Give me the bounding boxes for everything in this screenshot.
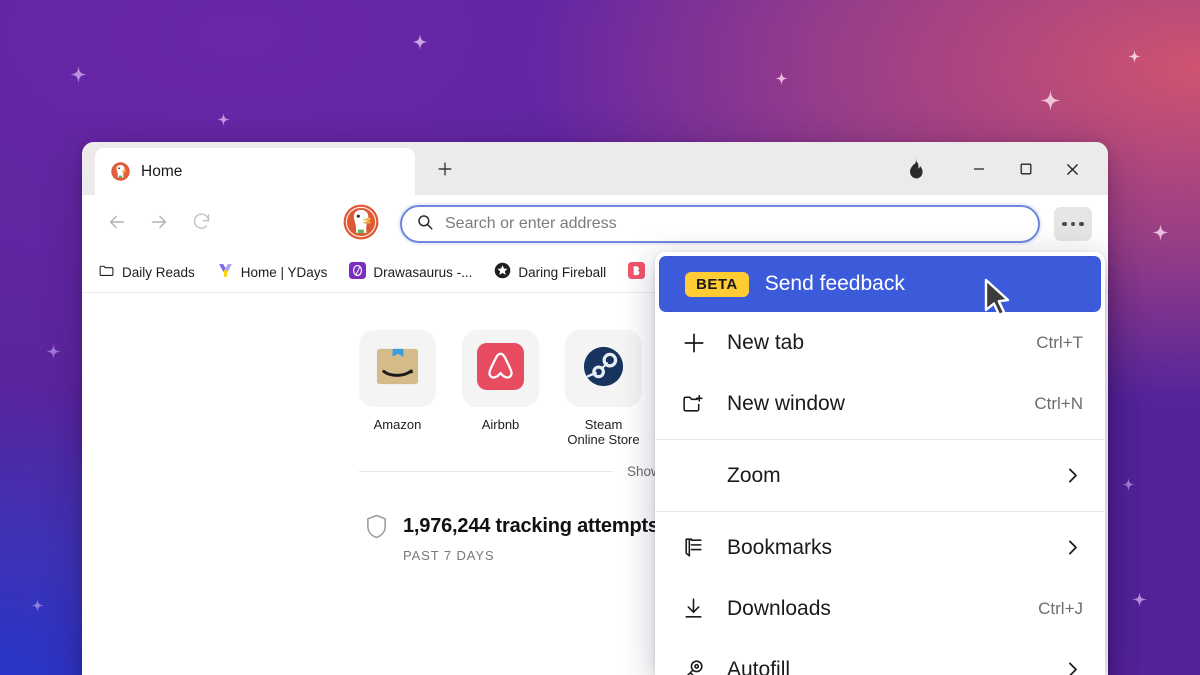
shield-icon: [365, 514, 388, 544]
sparkle-decoration: [31, 599, 44, 612]
tile-icon-wrapper: [462, 330, 539, 407]
tile-label: Airbnb: [481, 417, 520, 432]
sparkle-decoration: [70, 66, 87, 83]
more-options-icon: [1062, 221, 1067, 227]
chevron-right-icon: [1062, 537, 1083, 558]
bookmark-daring-fireball[interactable]: Daring Fireball: [494, 262, 606, 284]
more-options-icon: [1070, 221, 1076, 227]
app-menu-dropdown: BETA Send feedback New tab Ctrl+T New wi…: [655, 252, 1105, 675]
menu-item-new-window[interactable]: New window Ctrl+N: [655, 373, 1105, 434]
search-icon: [416, 213, 434, 236]
address-input-placeholder[interactable]: Search or enter address: [445, 215, 617, 233]
menu-item-label: Send feedback: [764, 272, 905, 295]
minimize-button[interactable]: [955, 148, 1002, 195]
tile-airbnb[interactable]: Airbnb: [462, 330, 539, 432]
fire-icon: [906, 158, 925, 185]
menu-item-bookmarks[interactable]: Bookmarks: [655, 517, 1105, 578]
chevron-right-icon: [1062, 465, 1083, 486]
fire-button[interactable]: [892, 148, 939, 195]
new-window-icon: [681, 391, 727, 416]
duckduckgo-logo-button[interactable]: [338, 201, 384, 247]
sparkle-decoration: [775, 72, 788, 85]
sparkle-decoration: [1132, 592, 1147, 607]
menu-separator: [655, 511, 1105, 512]
amazon-favicon-icon: [374, 343, 421, 395]
tile-steam[interactable]: Steam Online Store: [565, 330, 642, 448]
forward-button[interactable]: [138, 203, 180, 245]
plus-icon: [681, 330, 727, 356]
maximize-button[interactable]: [1002, 148, 1049, 195]
ydays-favicon-icon: [217, 262, 234, 284]
folder-icon: [98, 262, 115, 284]
menu-item-shortcut: Ctrl+N: [1034, 393, 1083, 413]
duckduckgo-favicon-icon: [111, 162, 130, 181]
bookmark-icon: [681, 535, 727, 560]
duckduckgo-logo-icon: [343, 204, 379, 245]
daring-fireball-favicon-icon: [494, 262, 511, 284]
bookmark-label: Drawasaurus -...: [373, 265, 473, 280]
tab-strip: Home: [82, 142, 1108, 195]
reload-icon: [191, 211, 212, 237]
menu-item-label: New window: [727, 391, 845, 415]
bookmark-label: Daring Fireball: [518, 265, 607, 280]
menu-separator: [655, 439, 1105, 440]
menu-item-label: New tab: [727, 330, 805, 354]
download-icon: [681, 596, 727, 621]
tab-home[interactable]: Home: [95, 148, 415, 195]
menu-item-shortcut: Ctrl+J: [1038, 598, 1083, 618]
more-options-icon: [1079, 221, 1084, 227]
sparkle-decoration: [1040, 90, 1061, 111]
tab-title: Home: [141, 162, 183, 180]
minimize-icon: [971, 161, 987, 182]
reload-button[interactable]: [180, 203, 222, 245]
back-arrow-icon: [106, 211, 128, 238]
menu-item-autofill[interactable]: Autofill: [655, 639, 1105, 675]
new-tab-button[interactable]: [421, 148, 469, 195]
drawasaurus-favicon-icon: [349, 261, 367, 284]
sparkle-decoration: [1122, 478, 1135, 491]
menu-item-zoom[interactable]: Zoom: [655, 445, 1105, 506]
chevron-right-icon: [1062, 659, 1083, 675]
maximize-icon: [1018, 161, 1034, 182]
tile-amazon[interactable]: Amazon: [359, 330, 436, 432]
menu-item-shortcut: Ctrl+T: [1036, 332, 1083, 352]
partial-favicon-icon: [628, 261, 646, 284]
close-button[interactable]: [1049, 148, 1096, 195]
menu-item-label: Zoom: [727, 463, 781, 487]
close-icon: [1064, 161, 1081, 183]
menu-item-downloads[interactable]: Downloads Ctrl+J: [655, 578, 1105, 639]
menu-item-label: Downloads: [727, 596, 831, 620]
browser-toolbar: Search or enter address: [82, 195, 1108, 253]
bookmark-drawasaurus[interactable]: Drawasaurus -...: [349, 261, 473, 284]
tile-icon-wrapper: [359, 330, 436, 407]
divider: [359, 471, 613, 473]
sparkle-decoration: [1128, 50, 1141, 63]
back-button[interactable]: [96, 203, 138, 245]
menu-item-send-feedback[interactable]: BETA Send feedback: [659, 256, 1101, 312]
address-bar[interactable]: Search or enter address: [400, 205, 1040, 243]
menu-item-new-tab[interactable]: New tab Ctrl+T: [655, 312, 1105, 373]
bookmark-home-ydays[interactable]: Home | YDays: [217, 262, 328, 284]
window-controls: [892, 148, 1108, 195]
key-icon: [681, 657, 727, 675]
steam-favicon-icon: [580, 343, 627, 395]
bookmark-partial[interactable]: [628, 261, 652, 284]
sparkle-decoration: [46, 344, 61, 359]
bookmark-daily-reads[interactable]: Daily Reads: [98, 262, 195, 284]
sparkle-decoration: [217, 113, 230, 126]
tile-icon-wrapper: [565, 330, 642, 407]
beta-badge: BETA: [685, 271, 749, 297]
forward-arrow-icon: [148, 211, 170, 238]
airbnb-favicon-icon: [477, 342, 524, 395]
sparkle-decoration: [1152, 224, 1169, 241]
bookmark-label: Daily Reads: [122, 265, 195, 280]
bookmark-label: Home | YDays: [240, 265, 328, 280]
menu-item-label: Autofill: [727, 657, 791, 675]
tile-label: Steam Online Store: [567, 417, 640, 448]
more-options-button[interactable]: [1054, 207, 1092, 241]
plus-icon: [435, 159, 455, 184]
sparkle-decoration: [412, 34, 428, 50]
tile-label: Amazon: [373, 417, 422, 432]
menu-item-label: Bookmarks: [727, 535, 833, 559]
